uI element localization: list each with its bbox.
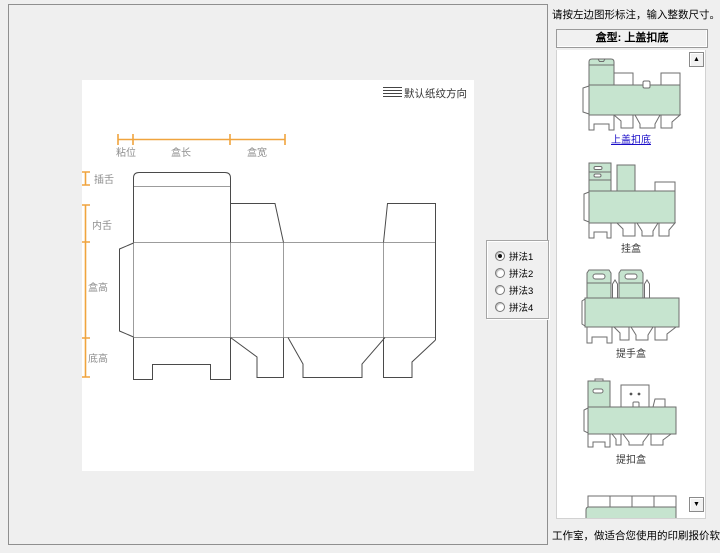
- footer-text: 工作室，做适合您使用的印刷报价软件: [552, 528, 720, 543]
- dieline-diagram: 默认纸纹方向 粘位 盒长 盒宽 插舌 内舌 盒高 底高: [82, 80, 474, 471]
- scroll-up-button[interactable]: ▲: [689, 52, 704, 67]
- radio-icon[interactable]: [495, 251, 505, 261]
- radio-label: 拼法3: [509, 283, 533, 297]
- instruction-text: 请按左边图形标注，输入整数尺寸。: [552, 7, 718, 21]
- radio-layout-3[interactable]: 拼法3: [495, 281, 548, 298]
- radio-label: 拼法2: [509, 266, 533, 280]
- drawing-canvas: 默认纸纹方向 粘位 盒长 盒宽 插舌 内舌 盒高 底高: [82, 80, 474, 471]
- dim-label-box-width[interactable]: 盒宽: [247, 146, 267, 159]
- radio-label: 拼法4: [509, 300, 533, 314]
- dieline-creases: [134, 187, 436, 338]
- radio-icon[interactable]: [495, 285, 505, 295]
- box-type-thumb-partial[interactable]: [585, 494, 683, 519]
- grain-direction-label: 默认纸纹方向: [404, 87, 467, 100]
- radio-layout-1[interactable]: 拼法1: [495, 247, 548, 264]
- top-dimension-ruler: [118, 134, 285, 145]
- box-type-label-tishouhe[interactable]: 提手盒: [556, 345, 706, 360]
- scroll-up-icon: ▲: [693, 56, 700, 63]
- dim-label-glue[interactable]: 粘位: [116, 146, 136, 159]
- scroll-down-icon: ▼: [693, 501, 700, 508]
- dim-label-inner-tongue[interactable]: 内舌: [92, 219, 112, 232]
- scroll-down-button[interactable]: ▼: [689, 497, 704, 512]
- radio-layout-4[interactable]: 拼法4: [495, 298, 548, 315]
- grain-direction-icon: [383, 88, 402, 97]
- dim-label-box-height[interactable]: 盒高: [88, 281, 108, 294]
- box-type-list: [556, 50, 706, 519]
- radio-icon[interactable]: [495, 268, 505, 278]
- dim-label-insert-tongue[interactable]: 插舌: [94, 173, 114, 186]
- layout-method-group: 拼法1 拼法2 拼法3 拼法4: [486, 240, 549, 319]
- box-type-label-guahe[interactable]: 挂盒: [556, 240, 706, 255]
- dieline-cuts: [120, 173, 436, 380]
- box-type-thumb-tikouhe[interactable]: [583, 377, 683, 448]
- box-type-thumb-shangga-koudi[interactable]: [581, 57, 687, 133]
- radio-label: 拼法1: [509, 249, 533, 263]
- radio-icon[interactable]: [495, 302, 505, 312]
- dim-label-box-length[interactable]: 盒长: [171, 146, 191, 159]
- left-dimension-ruler: [82, 172, 90, 377]
- box-type-header: 盒型: 上盖扣底: [556, 29, 708, 48]
- box-type-label-shangga-koudi[interactable]: 上盖扣底: [556, 131, 706, 146]
- dim-label-bottom-height[interactable]: 底高: [88, 352, 108, 365]
- box-type-thumb-tishouhe[interactable]: [581, 265, 686, 344]
- radio-layout-2[interactable]: 拼法2: [495, 264, 548, 281]
- box-type-label-tikouhe[interactable]: 提扣盒: [556, 451, 706, 466]
- box-type-thumb-guahe[interactable]: [583, 161, 683, 239]
